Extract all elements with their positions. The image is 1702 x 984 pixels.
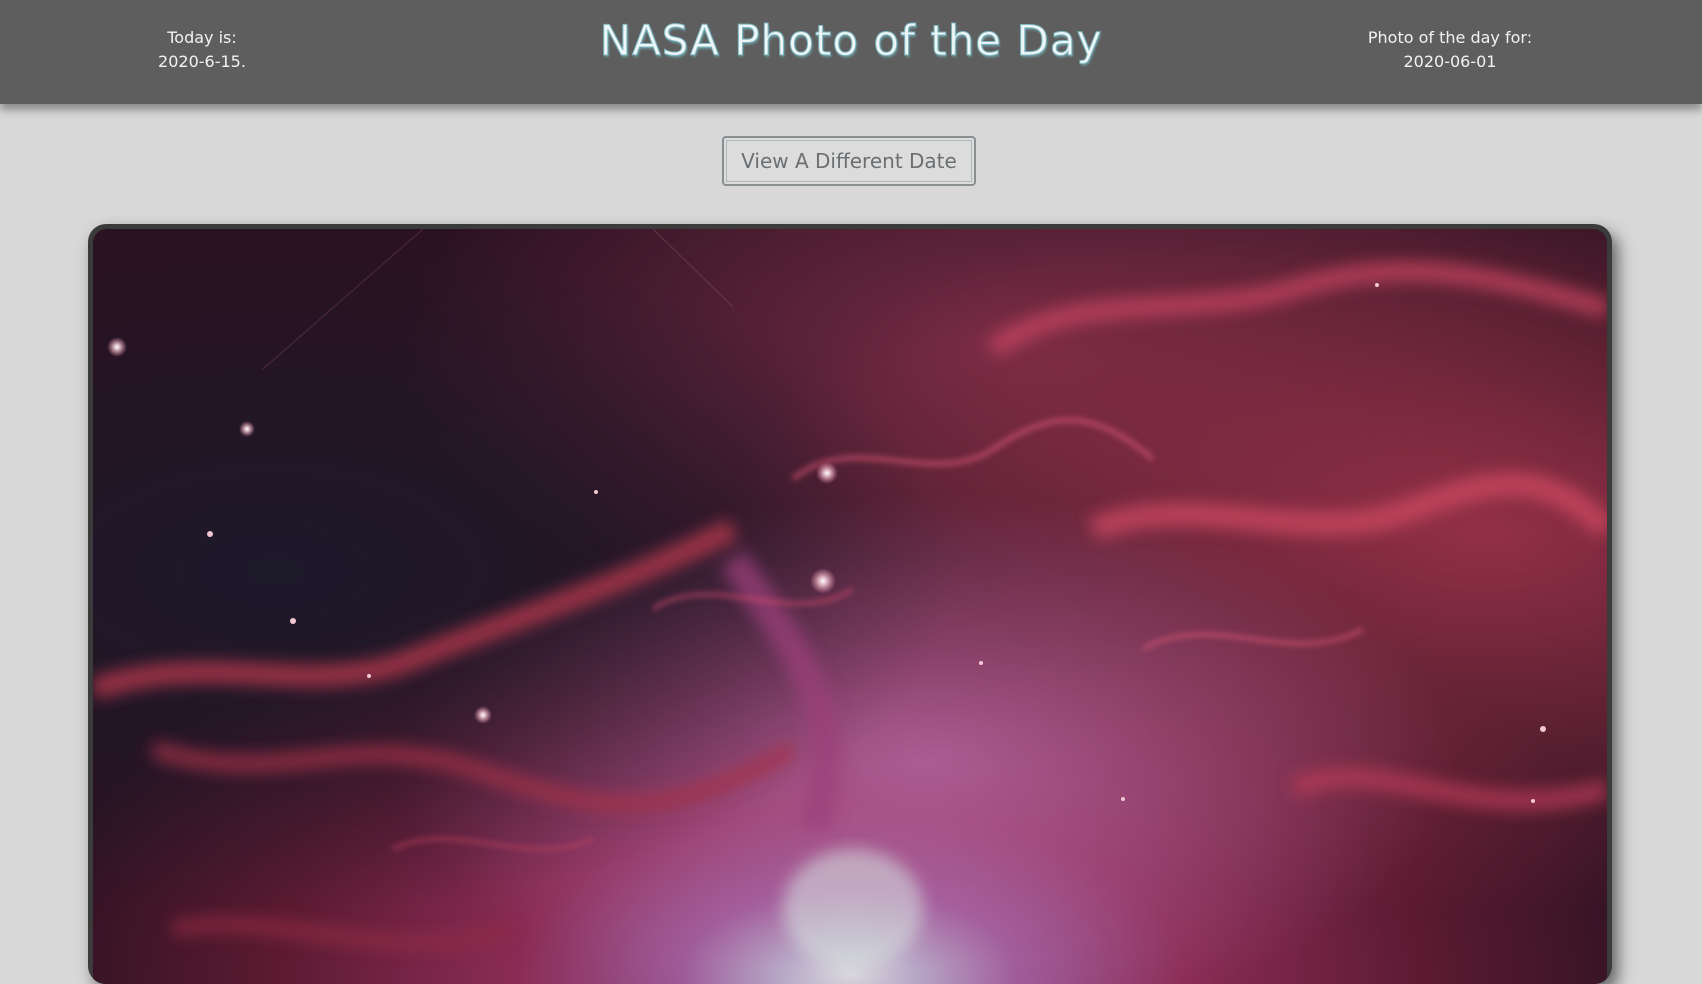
page-header: Today is: 2020-6-15. NASA Photo of the D… [0,0,1702,104]
photo-date: 2020-06-01 [1403,52,1497,71]
photo-date-block: Photo of the day for: 2020-06-01 [1340,26,1560,74]
nebula-image [93,229,1607,984]
photo-date-label: Photo of the day for: [1367,28,1533,47]
nasa-photo [93,229,1607,984]
photo-frame [88,224,1612,984]
view-different-date-button[interactable]: View A Different Date [722,136,976,186]
